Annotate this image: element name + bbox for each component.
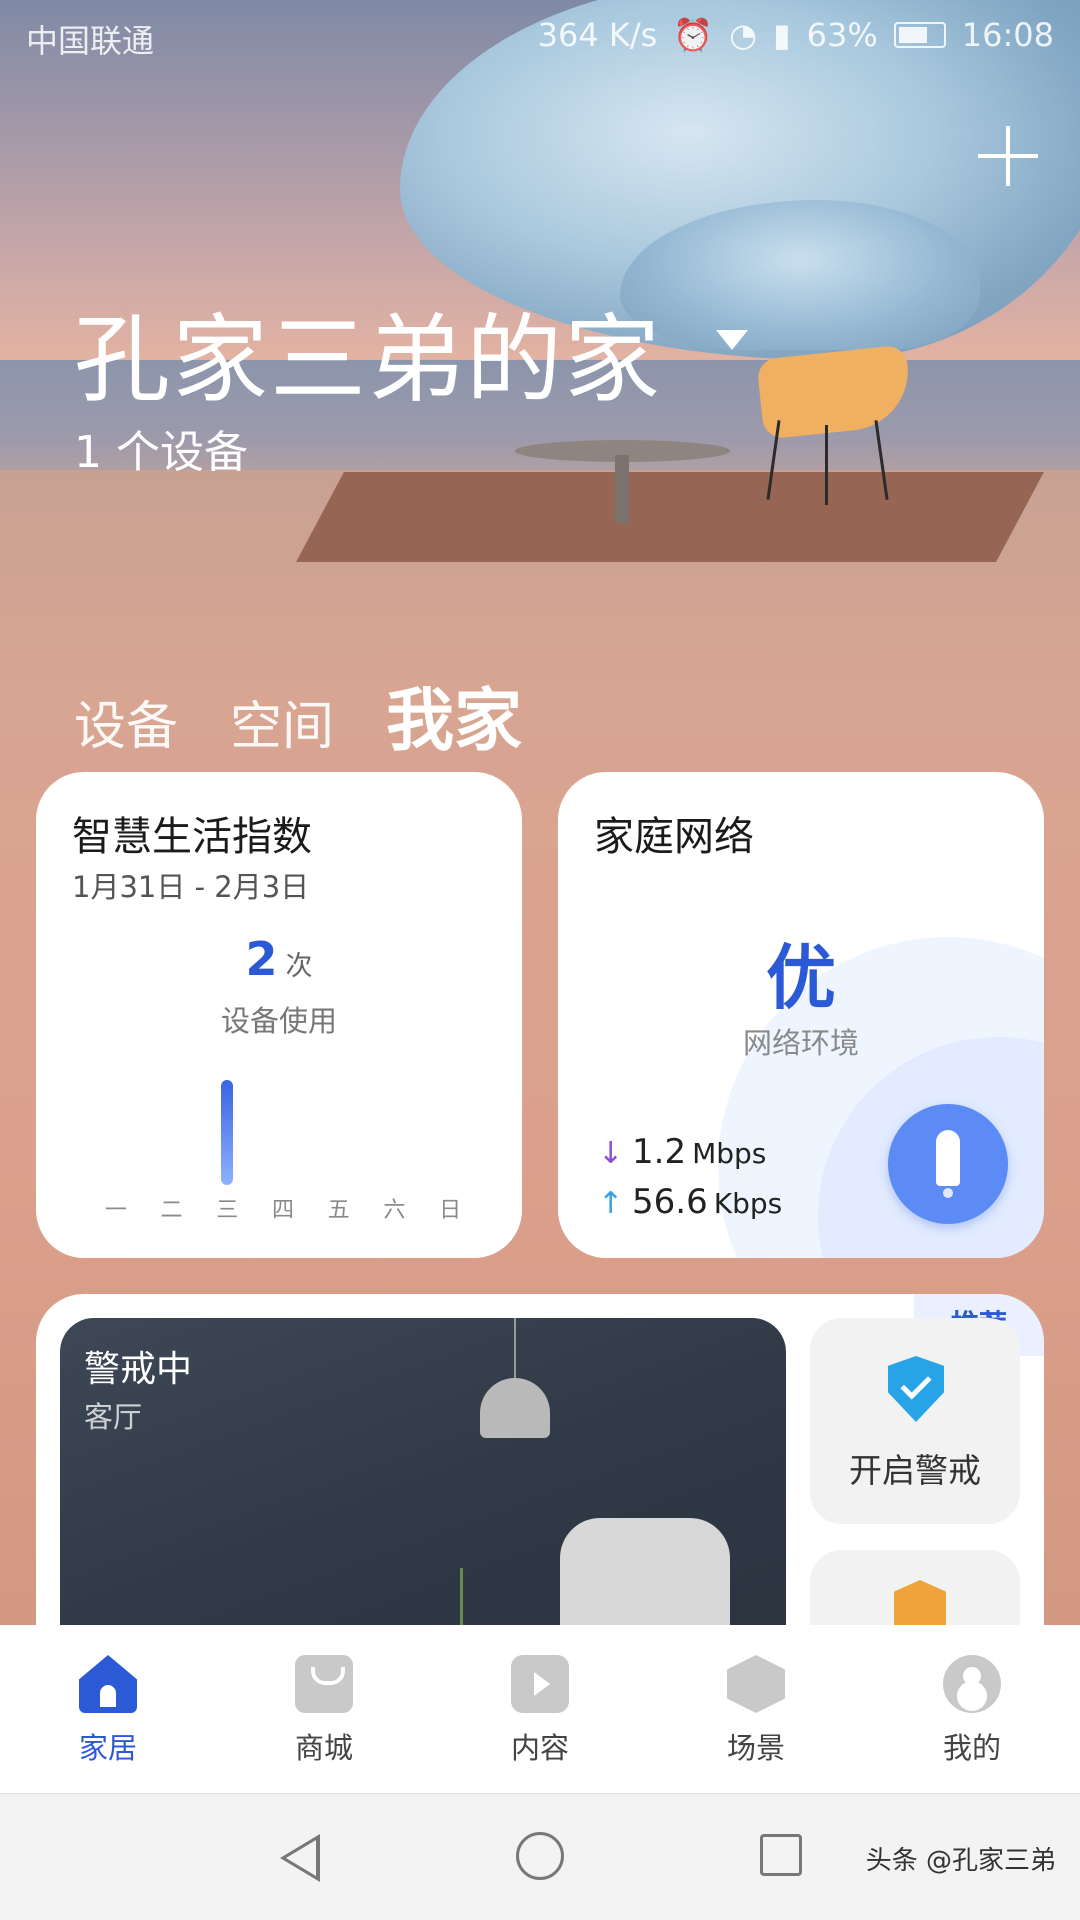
content-icon: [511, 1655, 569, 1713]
nav-item-shop[interactable]: 商城: [216, 1625, 432, 1793]
download-arrow-icon: ↓: [598, 1136, 624, 1171]
date-range: 1月31日 - 2月3日: [72, 870, 310, 904]
upload-speed: ↑ 56.6 Kbps: [598, 1182, 782, 1222]
bottom-nav: 家居 商城 内容 场景 我的: [0, 1625, 1080, 1793]
tab-spaces[interactable]: 空间: [230, 684, 334, 759]
system-nav-bar: 头条 @孔家三弟: [0, 1793, 1080, 1920]
enable-alert-button[interactable]: 开启警戒: [810, 1318, 1020, 1524]
card-title: 智慧生活指数: [72, 814, 312, 860]
watermark: 头条 @孔家三弟: [865, 1846, 1056, 1876]
card-title: 家庭网络: [594, 814, 754, 860]
download-speed: ↓ 1.2 Mbps: [598, 1132, 766, 1172]
add-icon[interactable]: [978, 126, 1038, 186]
wifi-icon: ◔: [729, 16, 758, 54]
rocket-flame: [943, 1188, 953, 1198]
alarm-icon: ⏰: [673, 16, 714, 54]
weekday-label: 二: [160, 1198, 183, 1223]
network-quality-label: 网络环境: [742, 1026, 859, 1060]
lamp-cord: [514, 1318, 516, 1378]
nav-item-profile[interactable]: 我的: [864, 1625, 1080, 1793]
usage-bar-chart: [88, 1072, 478, 1207]
dropdown-icon[interactable]: [716, 330, 748, 350]
profile-icon: [943, 1655, 1001, 1713]
scene-icon: [727, 1655, 785, 1713]
nav-item-content[interactable]: 内容: [432, 1625, 648, 1793]
battery-icon: [893, 22, 946, 48]
status-icons: 364 K/s ⏰ ◔ ▮ 63% 16:08: [538, 16, 1054, 54]
upload-unit: Kbps: [713, 1187, 783, 1220]
home-network-card[interactable]: 家庭网络 优 网络环境 ↓ 1.2 Mbps ↑ 56.6 Kbps: [558, 772, 1044, 1258]
weekday-label: 三: [216, 1198, 239, 1223]
enable-alert-label: 开启警戒: [849, 1451, 981, 1490]
home-circle-icon[interactable]: [516, 1832, 564, 1880]
rocket-icon: [936, 1130, 960, 1186]
coffee-table-leg: [615, 455, 629, 523]
usage-count: 2次: [36, 932, 522, 986]
network-quality: 优: [766, 937, 836, 1019]
net-speed: 364 K/s: [537, 16, 658, 54]
rug: [296, 472, 1044, 562]
download-value: 1.2: [632, 1132, 687, 1172]
download-unit: Mbps: [692, 1137, 767, 1170]
nav-item-scene[interactable]: 场景: [648, 1625, 864, 1793]
usage-label: 设备使用: [220, 1004, 337, 1038]
nav-label: 商城: [294, 1731, 353, 1765]
chair-leg: [825, 425, 828, 505]
nav-label: 内容: [510, 1731, 569, 1765]
pendant-lamp: [480, 1378, 550, 1438]
tab-bar: 设备 空间 我家: [74, 665, 522, 764]
nav-label: 场景: [726, 1731, 785, 1765]
clock: 16:08: [961, 16, 1054, 54]
weekday-label: 六: [383, 1198, 406, 1223]
upload-arrow-icon: ↑: [598, 1186, 624, 1221]
tab-devices[interactable]: 设备: [74, 684, 178, 759]
signal-icon: ▮: [773, 16, 791, 54]
speed-boost-button[interactable]: [888, 1104, 1008, 1224]
nav-label: 我的: [942, 1731, 1001, 1765]
nav-item-home[interactable]: 家居: [0, 1625, 216, 1793]
smart-life-card[interactable]: 智慧生活指数 1月31日 - 2月3日 2次 设备使用 一 二 三 四 五 六 日: [36, 772, 522, 1258]
battery-percent: 63%: [806, 16, 878, 54]
weekday-label: 一: [104, 1198, 127, 1223]
weekday-label: 五: [327, 1198, 350, 1223]
nav-label: 家居: [78, 1731, 137, 1765]
room-name: 客厅: [84, 1400, 143, 1434]
shop-icon: [295, 1655, 353, 1713]
back-icon[interactable]: [280, 1834, 320, 1882]
usage-unit: 次: [285, 951, 313, 982]
home-icon: [79, 1655, 137, 1713]
weekday-label: 四: [271, 1198, 294, 1223]
carrier-name: 中国联通: [26, 22, 155, 60]
device-count: 1 个设备: [74, 427, 248, 478]
weekday-label: 日: [439, 1198, 462, 1223]
usage-bar: [221, 1080, 234, 1185]
recent-apps-icon[interactable]: [760, 1834, 802, 1876]
usage-number: 2: [245, 932, 278, 986]
status-bar: 中国联通 364 K/s ⏰ ◔ ▮ 63% 16:08: [0, 0, 1080, 74]
home-name[interactable]: 孔家三弟的家: [74, 282, 662, 421]
tab-my-home[interactable]: 我家: [386, 665, 522, 764]
weekday-labels: 一二三四五六日: [88, 1192, 478, 1228]
security-status: 警戒中: [84, 1349, 193, 1390]
upload-value: 56.6: [632, 1182, 708, 1222]
